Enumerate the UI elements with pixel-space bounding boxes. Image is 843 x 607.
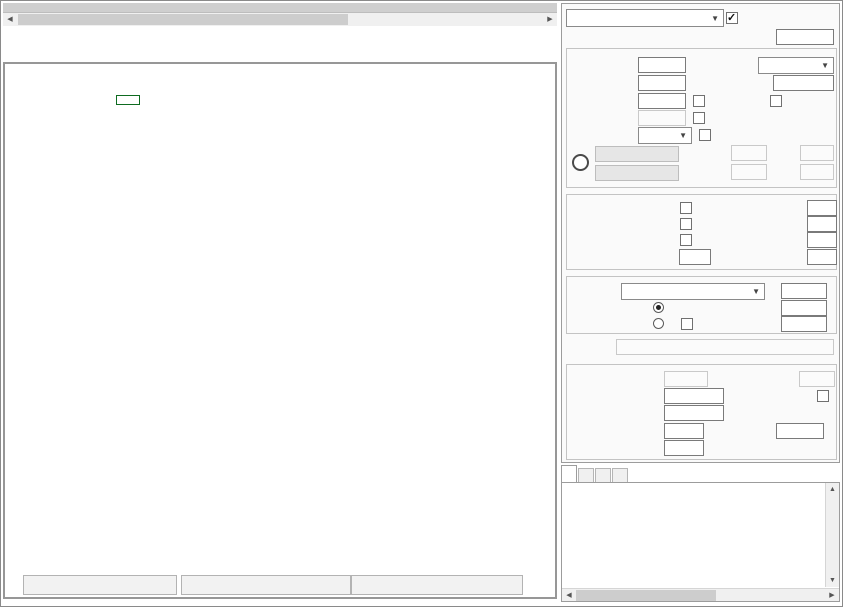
- fit-prob-from-order-field[interactable]: [807, 200, 837, 216]
- sweep-settings-box: ▼ ▼: [561, 3, 840, 463]
- test-mode-select[interactable]: ▼: [566, 9, 724, 27]
- scroll-left-icon[interactable]: ◀: [562, 589, 576, 602]
- discrete-checkbox[interactable]: [681, 318, 693, 330]
- auto-max-vbias-field[interactable]: [776, 29, 834, 45]
- show-all-button[interactable]: [351, 575, 523, 595]
- v-bias-field[interactable]: [638, 57, 686, 73]
- chevron-down-icon: ▼: [821, 61, 829, 70]
- tab-data[interactable]: [578, 468, 594, 483]
- scroll-up-icon[interactable]: ▲: [826, 483, 839, 496]
- value-list-field: [616, 339, 834, 355]
- coarse-cycles-field: [638, 110, 686, 126]
- down-field-field: [800, 164, 834, 180]
- up-mv-field: [731, 145, 767, 161]
- pulse-width-field[interactable]: [664, 388, 724, 404]
- fit-ber-to-order-label: [675, 235, 803, 249]
- results-tabstrip: [561, 465, 629, 483]
- results-table: ▲ ▼ ◀ ▶: [561, 482, 840, 602]
- scroll-right-icon[interactable]: ▶: [825, 589, 839, 602]
- readout-delay-label: [685, 426, 773, 440]
- test-history-grid: ◀ ▶: [3, 3, 557, 26]
- coarse-until-checkbox[interactable]: [693, 112, 705, 124]
- results-horizontal-scrollbar[interactable]: ◀ ▶: [562, 588, 839, 601]
- v-bias-label: [571, 60, 635, 74]
- auto-max-vbias-label: [622, 32, 772, 46]
- scroll-down-icon[interactable]: ▼: [826, 574, 839, 587]
- h-bias-field[interactable]: [664, 405, 724, 421]
- reset-pulse-field: [799, 371, 835, 387]
- reset-pulse-width-label: [685, 443, 773, 457]
- fit-ber-to-order-field[interactable]: [807, 232, 837, 248]
- fit-prob-till-label: [675, 219, 803, 233]
- h-bias-label: [575, 408, 661, 422]
- primary-pulse-field: [664, 371, 708, 387]
- pulse-width-label: [575, 391, 661, 405]
- sweep-option-label: [575, 286, 617, 300]
- coarse-cycles-label: [571, 113, 635, 127]
- tmr-label: [571, 78, 635, 92]
- positive-side-radio[interactable]: [653, 302, 664, 313]
- sweep-group: ▼: [566, 276, 837, 334]
- detect-by-pulse-button[interactable]: [595, 146, 679, 162]
- detect-status-indicator: [572, 154, 589, 171]
- asymmetric-pulses-checkbox[interactable]: [817, 390, 829, 402]
- fit-prob-till-field[interactable]: [807, 216, 837, 232]
- sweep-inc-label: [738, 319, 778, 333]
- terminate-early-checkbox[interactable]: [693, 95, 705, 107]
- sweep-to-label: [738, 303, 778, 317]
- scroll-right-icon[interactable]: ▶: [543, 13, 557, 26]
- initial-reset-select[interactable]: ▼: [758, 57, 834, 74]
- chart-panel: [3, 62, 557, 599]
- scroll-left-icon[interactable]: ◀: [3, 13, 17, 26]
- tab-results[interactable]: [561, 465, 577, 483]
- ber-sweep-plot[interactable]: [5, 64, 559, 574]
- app-window: ◀ ▶ ▼: [0, 0, 843, 607]
- tab-parameters[interactable]: [595, 468, 611, 483]
- target-probability-label: [557, 252, 675, 266]
- initial-reset-label: [697, 60, 755, 74]
- auto-detect-valid-vbias-checkbox[interactable]: [726, 12, 738, 24]
- sweep-from-field[interactable]: [781, 283, 827, 299]
- use-self-threshold-checkbox[interactable]: [699, 129, 711, 141]
- readout-delay-field[interactable]: [776, 423, 824, 439]
- asymmetric-pulses-label: [717, 391, 811, 405]
- chevron-down-icon: ▼: [679, 131, 687, 140]
- post-readout-delay-label: [557, 443, 661, 457]
- pulse-config-group: [566, 364, 837, 460]
- grid-empty-area: [3, 3, 557, 13]
- start-fit-from-ber-label: [675, 252, 803, 266]
- approximation-group: [566, 194, 837, 270]
- negative-side-radio[interactable]: [653, 318, 664, 329]
- start-fit-from-ber-field[interactable]: [807, 249, 837, 265]
- auto-detect-by-select[interactable]: ▼: [638, 127, 692, 144]
- clear-results-button[interactable]: [23, 575, 177, 595]
- sweep-from-label: [738, 286, 778, 300]
- tab-grades[interactable]: [612, 468, 628, 483]
- up-field-field: [731, 164, 767, 180]
- cycles-field[interactable]: [638, 93, 686, 109]
- reset-field-field[interactable]: [773, 75, 834, 91]
- tmr-field[interactable]: [638, 75, 686, 91]
- log-scale-y-label: [557, 219, 675, 233]
- log-scale-x-label: [557, 235, 675, 249]
- sweep-to-field[interactable]: [781, 300, 827, 316]
- cycles-label: [571, 96, 635, 110]
- reset-plot-button[interactable]: [181, 575, 351, 595]
- reset-field-label: [687, 78, 770, 92]
- sweep-inc-field[interactable]: [781, 316, 827, 332]
- grid-horizontal-scrollbar[interactable]: ◀ ▶: [3, 13, 557, 26]
- detect-by-field-button[interactable]: [595, 165, 679, 181]
- pre-readout-delay-label: [557, 426, 661, 440]
- reverse-mtj-checkbox[interactable]: [770, 95, 782, 107]
- scrollbar-thumb[interactable]: [576, 590, 716, 601]
- fit-prob-from-order-label: [675, 203, 803, 217]
- plot-data-fitting-label: [577, 203, 675, 217]
- chevron-down-icon: ▼: [711, 14, 719, 23]
- auto-detect-by-label: [567, 130, 635, 144]
- measurement-group: ▼ ▼: [566, 48, 837, 188]
- results-vertical-scrollbar[interactable]: ▲ ▼: [825, 483, 839, 587]
- scrollbar-thumb[interactable]: [18, 14, 348, 25]
- down-mv-field: [800, 145, 834, 161]
- settings-panel: ▼ ▼: [559, 1, 843, 607]
